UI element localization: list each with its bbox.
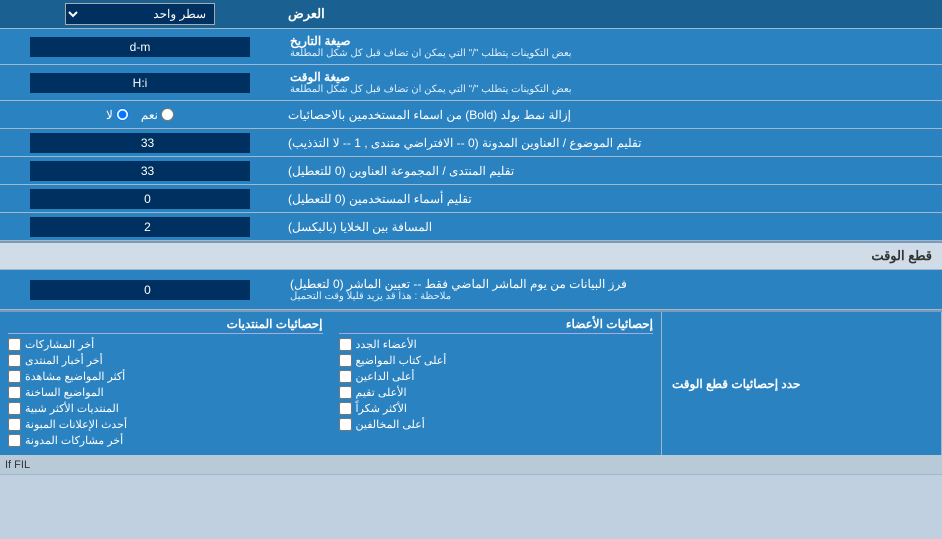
- forum-stat-4: المنتديات الأكثر شبية: [8, 402, 323, 415]
- cell-spacing-input-container: [0, 213, 280, 240]
- forum-stat-6: أخر مشاركات المدونة: [8, 434, 323, 447]
- forum-stat-5-checkbox[interactable]: [8, 418, 21, 431]
- stats-limit-container: حدد إحصائيات قطع الوقت: [662, 312, 942, 455]
- forum-stat-2-checkbox[interactable]: [8, 370, 21, 383]
- forum-stat-4-checkbox[interactable]: [8, 402, 21, 415]
- members-stats-column: إحصائيات الأعضاء الأعضاء الجدد أعلى كتاب…: [331, 312, 663, 455]
- topics-trim-label: تقليم الموضوع / العناوين المدونة (0 -- ا…: [280, 129, 942, 156]
- forum-trim-input-container: [0, 157, 280, 184]
- member-stat-3: الأعلى تقيم: [339, 386, 654, 399]
- lines-select[interactable]: سطر واحد سطرين ثلاثة أسطر: [65, 3, 215, 25]
- member-stat-1: أعلى كتاب المواضيع: [339, 354, 654, 367]
- bold-remove-label: إزالة نمط بولد (Bold) من اسماء المستخدمي…: [280, 101, 942, 128]
- forum-stat-5: أحدث الإعلانات المبونة: [8, 418, 323, 431]
- bold-no-label[interactable]: لا: [106, 108, 129, 122]
- member-stat-2-checkbox[interactable]: [339, 370, 352, 383]
- users-trim-input-container: [0, 185, 280, 212]
- member-stat-2: أعلى الداعين: [339, 370, 654, 383]
- date-format-label: صيغة التاريخ بعض التكوينات يتطلب "/" الت…: [280, 29, 942, 64]
- realtime-input[interactable]: [30, 280, 250, 300]
- users-trim-label: تقليم أسماء المستخدمين (0 للتعطيل): [280, 185, 942, 212]
- topics-trim-input-container: [0, 129, 280, 156]
- forums-stats-column: إحصائيات المنتديات أخر المشاركات أخر أخب…: [0, 312, 331, 455]
- date-format-input[interactable]: [30, 37, 250, 57]
- cell-spacing-input[interactable]: [30, 217, 250, 237]
- forum-stat-3: المواضيع الساخنة: [8, 386, 323, 399]
- forum-trim-input[interactable]: [30, 161, 250, 181]
- forums-stats-title: إحصائيات المنتديات: [8, 317, 323, 334]
- time-format-label: صيغة الوقت بعض التكوينات يتطلب "/" التي …: [280, 65, 942, 100]
- time-format-input-container: [0, 65, 280, 100]
- bold-remove-radio-container: نعم لا: [0, 101, 280, 128]
- forum-stat-6-checkbox[interactable]: [8, 434, 21, 447]
- member-stat-5-checkbox[interactable]: [339, 418, 352, 431]
- member-stat-5: أعلى المخالفين: [339, 418, 654, 431]
- member-stat-3-checkbox[interactable]: [339, 386, 352, 399]
- members-stats-title: إحصائيات الأعضاء: [339, 317, 654, 334]
- filter-row: If FIL: [0, 455, 942, 475]
- member-stat-0-checkbox[interactable]: [339, 338, 352, 351]
- date-format-input-container: [0, 29, 280, 64]
- time-format-input[interactable]: [30, 73, 250, 93]
- stats-limit-label: حدد إحصائيات قطع الوقت: [672, 377, 800, 391]
- filter-text: If FIL: [5, 459, 30, 471]
- realtime-label: فرز البيانات من يوم الماشر الماضي فقط --…: [280, 270, 942, 309]
- bold-yes-label[interactable]: نعم: [141, 108, 174, 122]
- cell-spacing-label: المسافة بين الخلايا (بالبكسل): [280, 213, 942, 240]
- member-stat-4: الأكثر شكراً: [339, 402, 654, 415]
- realtime-section-header: قطع الوقت: [0, 241, 942, 270]
- forum-stat-2: أكثر المواضيع مشاهدة: [8, 370, 323, 383]
- forum-trim-label: تقليم المنتدى / المجموعة العناوين (0 للت…: [280, 157, 942, 184]
- forum-stat-1-checkbox[interactable]: [8, 354, 21, 367]
- forum-stat-3-checkbox[interactable]: [8, 386, 21, 399]
- member-stat-0: الأعضاء الجدد: [339, 338, 654, 351]
- topics-trim-input[interactable]: [30, 133, 250, 153]
- forum-stat-0-checkbox[interactable]: [8, 338, 21, 351]
- forum-stat-1: أخر أخبار المنتدى: [8, 354, 323, 367]
- member-stat-4-checkbox[interactable]: [339, 402, 352, 415]
- realtime-input-container: [0, 270, 280, 309]
- display-label: العرض: [280, 0, 942, 28]
- bold-yes-radio[interactable]: [161, 108, 174, 121]
- users-trim-input[interactable]: [30, 189, 250, 209]
- bold-no-radio[interactable]: [116, 108, 129, 121]
- member-stat-1-checkbox[interactable]: [339, 354, 352, 367]
- forum-stat-0: أخر المشاركات: [8, 338, 323, 351]
- lines-select-container[interactable]: سطر واحد سطرين ثلاثة أسطر: [0, 0, 280, 28]
